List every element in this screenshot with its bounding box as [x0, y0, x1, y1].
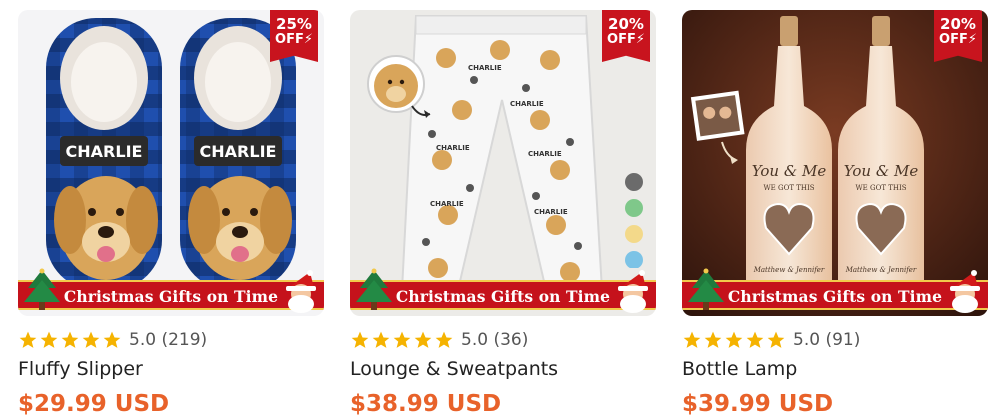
- slipper-name-left: CHARLIE: [66, 142, 143, 161]
- star-icon: [40, 331, 58, 348]
- rating-stars: [350, 330, 454, 350]
- star-icon: [103, 331, 121, 348]
- discount-percent: 20%: [608, 15, 644, 33]
- product-price: $39.99 USD: [682, 391, 834, 417]
- review-count: (91): [825, 330, 861, 350]
- banner-text: Christmas Gifts on Time: [727, 287, 943, 306]
- discount-percent: 20%: [940, 15, 976, 33]
- rating-stars: [18, 330, 122, 350]
- product-card[interactable]: CHARLIE CHARLIE CHARLIE CHARLIE CHARLIE …: [350, 10, 656, 417]
- santa-icon: [286, 270, 316, 313]
- star-icon: [82, 331, 100, 348]
- christmas-banner: Christmas Gifts on Time: [18, 268, 324, 316]
- santa-icon: [618, 270, 648, 313]
- product-rating: 5.0 (36): [350, 328, 528, 352]
- christmas-banner: Christmas Gifts on Time: [350, 268, 656, 316]
- star-icon: [393, 331, 411, 348]
- pants-name-3: CHARLIE: [436, 144, 470, 152]
- star-icon: [351, 331, 369, 348]
- pants-name-6: CHARLIE: [534, 208, 568, 216]
- discount-badge: 25% OFF⚡: [270, 10, 318, 62]
- christmas-tree-icon: [24, 268, 60, 310]
- pants-name-4: CHARLIE: [528, 150, 562, 158]
- rating-value: 5.0: [793, 330, 821, 350]
- product-image[interactable]: CHARLIE CHARLIE CHARLIE CHARLIE CHARLIE …: [350, 10, 656, 316]
- discount-badge: 20% OFF⚡: [934, 10, 982, 62]
- star-icon: [19, 331, 37, 348]
- rating-value: 5.0: [129, 330, 157, 350]
- pants-name-5: CHARLIE: [430, 200, 464, 208]
- bottle-text-right: You & Me: [844, 162, 919, 180]
- product-rating: 5.0 (91): [682, 328, 860, 352]
- product-price: $29.99 USD: [18, 391, 170, 417]
- discount-percent: 25%: [276, 15, 312, 33]
- product-rating: 5.0 (219): [18, 328, 207, 352]
- product-title[interactable]: Fluffy Slipper: [18, 358, 143, 380]
- product-card[interactable]: CHARLIE CHARLIE 25% OFF⚡ Christmas Gifts…: [18, 10, 324, 417]
- bottle-text-left: You & Me: [752, 162, 827, 180]
- star-icon: [61, 331, 79, 348]
- rating-value: 5.0: [461, 330, 489, 350]
- star-icon: [414, 331, 432, 348]
- rating-stars: [682, 330, 786, 350]
- review-count: (219): [161, 330, 208, 350]
- christmas-tree-icon: [356, 268, 392, 310]
- banner-text: Christmas Gifts on Time: [63, 287, 279, 306]
- christmas-tree-icon: [688, 268, 724, 310]
- discount-badge: 20% OFF⚡: [602, 10, 650, 62]
- banner-text: Christmas Gifts on Time: [395, 287, 611, 306]
- star-icon: [746, 331, 764, 348]
- bottle-names-right: Matthew & Jennifer: [845, 266, 917, 274]
- bottle-subtext-left: WE GOT THIS: [763, 184, 814, 192]
- product-image[interactable]: CHARLIE CHARLIE 25% OFF⚡ Christmas Gifts…: [18, 10, 324, 316]
- slipper-name-right: CHARLIE: [200, 142, 277, 161]
- discount-off-label: OFF⚡: [939, 32, 977, 47]
- santa-icon: [950, 270, 980, 313]
- christmas-banner: Christmas Gifts on Time: [682, 268, 988, 316]
- discount-off-label: OFF⚡: [607, 32, 645, 47]
- star-icon: [704, 331, 722, 348]
- product-title[interactable]: Lounge & Sweatpants: [350, 358, 558, 380]
- bottle-names-left: Matthew & Jennifer: [753, 266, 825, 274]
- discount-off-label: OFF⚡: [275, 32, 313, 47]
- star-icon: [683, 331, 701, 348]
- pants-name-2: CHARLIE: [510, 100, 544, 108]
- product-card[interactable]: You & Me WE GOT THIS Matthew & Jennifer …: [682, 10, 988, 417]
- product-price: $38.99 USD: [350, 391, 502, 417]
- star-icon: [725, 331, 743, 348]
- bottle-subtext-right: WE GOT THIS: [855, 184, 906, 192]
- product-image[interactable]: You & Me WE GOT THIS Matthew & Jennifer …: [682, 10, 988, 316]
- star-icon: [372, 331, 390, 348]
- review-count: (36): [493, 330, 529, 350]
- product-title[interactable]: Bottle Lamp: [682, 358, 797, 380]
- color-swatches[interactable]: [624, 172, 644, 268]
- star-icon: [435, 331, 453, 348]
- pants-name-1: CHARLIE: [468, 64, 502, 72]
- star-icon: [767, 331, 785, 348]
